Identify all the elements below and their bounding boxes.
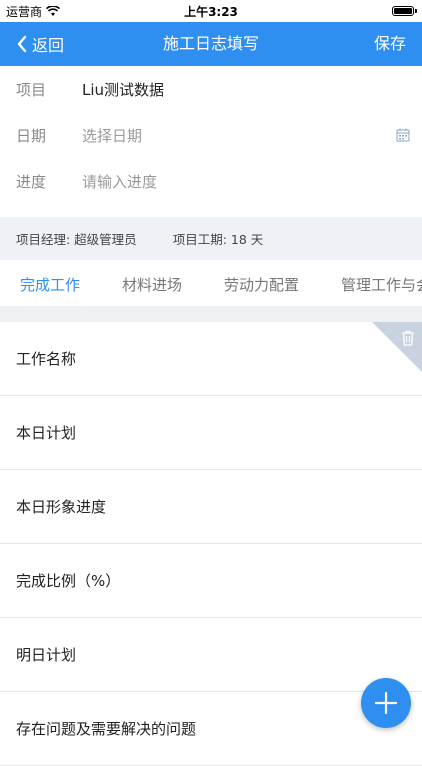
battery-fill [394, 8, 412, 14]
tab-completed-work[interactable]: 完成工作 [20, 274, 80, 295]
today-progress-label: 本日形象进度 [16, 498, 107, 516]
plus-icon [374, 691, 398, 715]
date-label: 日期 [16, 126, 47, 145]
nav-bar: 返回 施工日志填写 保存 [0, 22, 422, 66]
project-value: Liu测试数据 [82, 80, 165, 99]
project-label: 项目 [16, 80, 47, 99]
tab-management-work[interactable]: 管理工作与会 [341, 274, 422, 295]
completion-ratio-label: 完成比例（%） [16, 572, 121, 590]
section-divider [0, 306, 422, 322]
date-row[interactable]: 日期 选择日期 [0, 112, 422, 158]
tab-material-arrival[interactable]: 材料进场 [122, 274, 182, 295]
trash-icon [402, 330, 414, 346]
page-title: 施工日志填写 [162, 34, 259, 53]
calendar-icon[interactable] [396, 128, 410, 142]
progress-input[interactable]: 请输入进度 [82, 171, 422, 192]
project-row[interactable]: 项目 Liu测试数据 [0, 66, 422, 112]
today-plan-field[interactable]: 本日计划 [0, 396, 422, 470]
add-button[interactable] [361, 678, 411, 728]
delete-item-button[interactable] [372, 322, 422, 372]
progress-row: 进度 请输入进度 [0, 158, 422, 204]
issues-label: 存在问题及需要解决的问题 [16, 720, 197, 738]
status-time: 上午3:23 [184, 5, 238, 19]
completion-ratio-field[interactable]: 完成比例（%） [0, 544, 422, 618]
project-manager-text: 项目经理: 超级管理员 [16, 232, 137, 247]
date-picker-field[interactable]: 选择日期 [82, 125, 422, 146]
work-name-label: 工作名称 [16, 350, 77, 368]
today-plan-label: 本日计划 [16, 424, 77, 442]
issues-field[interactable]: 存在问题及需要解决的问题 [0, 692, 422, 766]
work-name-field[interactable]: 工作名称 [0, 322, 422, 396]
project-info-band: 项目经理: 超级管理员 项目工期: 18 天 [0, 217, 422, 260]
status-bar: 运营商 上午3:23 [0, 0, 422, 22]
progress-label: 进度 [16, 172, 47, 191]
save-button[interactable]: 保存 [374, 22, 406, 66]
tomorrow-plan-field[interactable]: 明日计划 [0, 618, 422, 692]
tomorrow-plan-label: 明日计划 [16, 646, 77, 664]
section-tabs: 完成工作 材料进场 劳动力配置 管理工作与会 [0, 260, 422, 306]
today-progress-field[interactable]: 本日形象进度 [0, 470, 422, 544]
battery-icon [392, 6, 414, 16]
log-form: 项目 Liu测试数据 日期 选择日期 进度 请输入进度 [0, 66, 422, 204]
work-item-card: 工作名称 本日计划 本日形象进度 完成比例（%） 明日计划 存在问题及需要解决的… [0, 322, 422, 766]
battery-cap [415, 9, 417, 13]
project-duration-text: 项目工期: 18 天 [172, 232, 264, 247]
tab-labor-allocation[interactable]: 劳动力配置 [224, 274, 299, 295]
